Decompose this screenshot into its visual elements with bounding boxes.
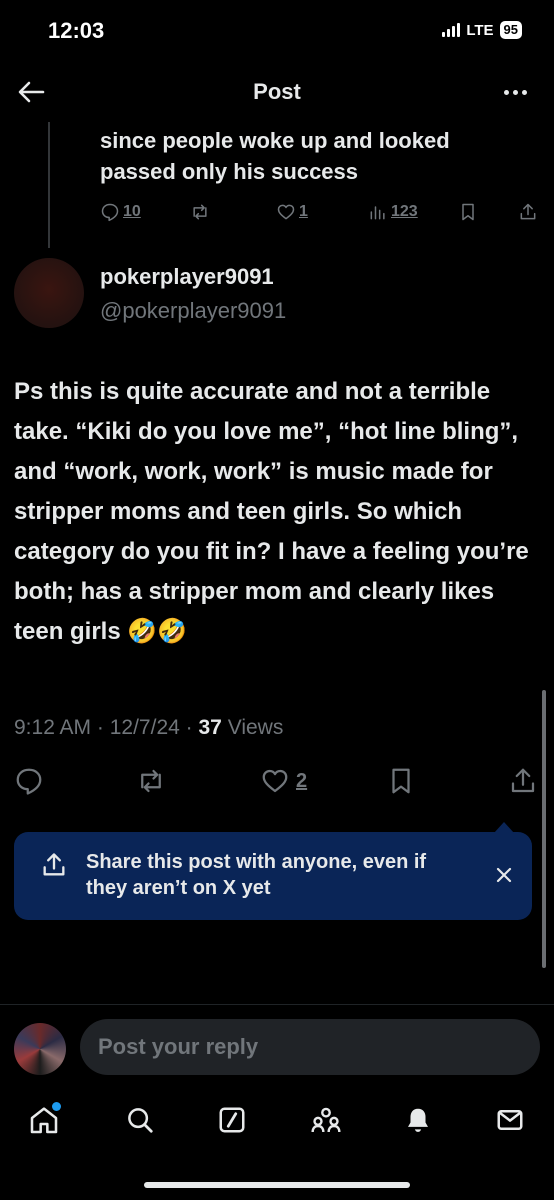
- author-handle[interactable]: @pokerplayer9091: [100, 298, 286, 324]
- reply-input[interactable]: Post your reply: [80, 1019, 540, 1075]
- post-actions: 2: [0, 766, 554, 802]
- parent-like-button[interactable]: 1: [276, 202, 308, 222]
- like-count: 2: [296, 769, 308, 792]
- heart-icon: [277, 204, 295, 220]
- more-button[interactable]: [498, 82, 532, 102]
- parent-bookmark-button[interactable]: [458, 202, 478, 222]
- reply-composer: Post your reply: [0, 1004, 554, 1086]
- parent-post-text: since people woke up and looked passed o…: [100, 128, 450, 184]
- share-tooltip[interactable]: Share this post with anyone, even if the…: [14, 822, 532, 920]
- heart-icon: [262, 769, 288, 793]
- parent-repost-button[interactable]: [190, 202, 210, 222]
- reply-icon: [101, 203, 119, 222]
- communities-icon: [311, 1107, 341, 1133]
- share-icon: [520, 203, 536, 220]
- reply-button[interactable]: [14, 766, 44, 796]
- bookmark-button[interactable]: [386, 766, 416, 796]
- views-icon: [370, 206, 385, 220]
- share-icon: [40, 851, 68, 884]
- signal-icon: [442, 23, 461, 37]
- repost-icon: [141, 769, 161, 793]
- share-tooltip-text: Share this post with anyone, even if the…: [86, 851, 427, 899]
- status-time: 12:03: [48, 18, 105, 43]
- close-icon: [496, 867, 512, 883]
- post-text: Ps this is quite accurate and not a terr…: [14, 378, 529, 645]
- messages-icon: [497, 1110, 523, 1130]
- parent-views-button[interactable]: 123: [368, 202, 418, 222]
- post-time: 9:12 AM: [14, 716, 92, 739]
- meta-separator: ·: [96, 716, 110, 739]
- post-meta: 9:12 AM · 12/7/24 · 37 Views: [14, 716, 283, 740]
- meta-separator: ·: [185, 716, 199, 739]
- status-bar: 12:03 LTE 95: [0, 0, 554, 62]
- repost-button[interactable]: [136, 766, 166, 796]
- notification-dot: [52, 1102, 61, 1111]
- author-avatar[interactable]: [14, 258, 84, 328]
- more-horizontal-icon: [503, 89, 509, 95]
- parent-reply-count: 10: [123, 203, 141, 220]
- bookmark-icon: [392, 768, 410, 794]
- notifications-icon: [408, 1108, 428, 1132]
- post-date: 12/7/24: [109, 716, 180, 739]
- tab-grok[interactable]: [212, 1100, 252, 1140]
- parent-share-button[interactable]: [518, 202, 538, 222]
- battery-icon: 95: [499, 21, 522, 39]
- parent-post-actions: 10 1 123: [100, 202, 540, 228]
- user-avatar[interactable]: [14, 1023, 66, 1075]
- tab-search[interactable]: [120, 1100, 160, 1140]
- share-icon: [511, 768, 535, 793]
- like-button[interactable]: 2: [260, 766, 307, 796]
- post-views-label: Views: [227, 716, 284, 739]
- tab-communities[interactable]: [306, 1100, 346, 1140]
- bottom-tab-bar: [0, 1086, 554, 1200]
- grok-icon: [219, 1107, 245, 1133]
- search-icon: [128, 1108, 153, 1133]
- tab-home[interactable]: [24, 1100, 64, 1140]
- parent-views-count: 123: [391, 203, 418, 220]
- tooltip-pointer: [494, 822, 514, 833]
- page-title: Post: [253, 79, 301, 104]
- bookmark-icon: [462, 203, 474, 221]
- author-name[interactable]: pokerplayer9091: [100, 264, 274, 290]
- tab-messages[interactable]: [490, 1100, 530, 1140]
- tab-notifications[interactable]: [398, 1100, 438, 1140]
- parent-reply-button[interactable]: 10: [100, 202, 141, 222]
- network-label: LTE: [466, 21, 494, 39]
- post-views-count: 37: [198, 716, 222, 739]
- home-indicator[interactable]: [144, 1182, 410, 1188]
- top-nav: Post: [0, 62, 554, 122]
- status-indicators: LTE 95: [442, 21, 522, 39]
- parent-like-count: 1: [299, 203, 308, 220]
- share-button[interactable]: [508, 766, 538, 796]
- reply-icon: [16, 768, 42, 795]
- scrollbar[interactable]: [542, 690, 546, 968]
- thread-connector: [48, 122, 50, 248]
- repost-icon: [193, 204, 207, 220]
- close-button[interactable]: [492, 863, 516, 887]
